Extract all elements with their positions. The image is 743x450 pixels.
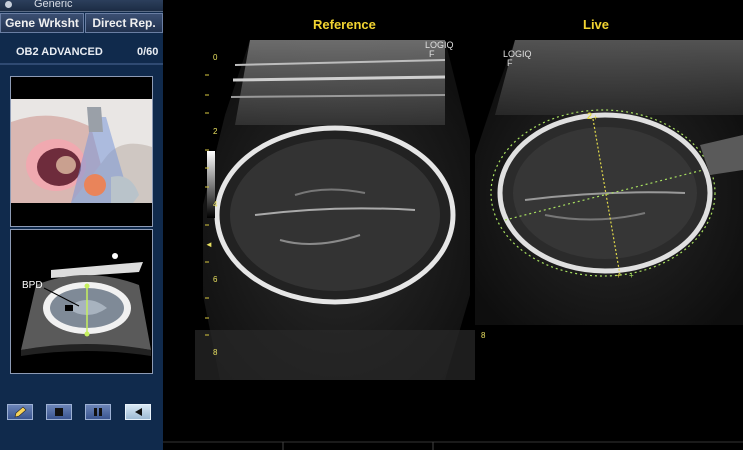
anatomy-illustration xyxy=(10,76,153,227)
bottom-scale xyxy=(163,441,743,450)
reference-label: Reference xyxy=(313,17,376,32)
pause-button[interactable] xyxy=(85,404,111,420)
bpd-diagram-graphic xyxy=(21,253,151,356)
svg-text:+: + xyxy=(616,271,621,280)
bpd-label: BPD xyxy=(22,280,43,291)
depth-ticks xyxy=(205,74,209,336)
depth-scale: 0 2 4 6 8 xyxy=(203,50,217,360)
protocol-row: OB2 ADVANCED 0/60 xyxy=(0,44,163,60)
tab-direct-rep[interactable]: Direct Rep. xyxy=(85,13,163,33)
reference-logo-line2: F xyxy=(429,49,435,59)
depth-mark-0: 0 xyxy=(213,53,218,62)
svg-text:+: + xyxy=(629,271,634,280)
caliper-marker-label: 2 xyxy=(587,111,593,121)
generic-tab-label: Generic xyxy=(34,0,73,10)
pencil-icon xyxy=(14,406,27,418)
depth-mark-8: 8 xyxy=(213,348,218,357)
anatomy-top-bar xyxy=(11,77,152,99)
protocol-count: 0/60 xyxy=(137,46,159,58)
reference-logo: LOGIQ F xyxy=(425,41,454,59)
play-button[interactable] xyxy=(125,404,151,420)
stop-button[interactable] xyxy=(46,404,72,420)
pause-icon xyxy=(94,408,102,416)
live-logo-line2: F xyxy=(507,58,513,68)
focus-marker: ◄ xyxy=(205,240,213,249)
reference-ultrasound-image xyxy=(195,40,475,380)
depth-mark-6: 6 xyxy=(213,275,218,284)
edit-button[interactable] xyxy=(7,404,33,420)
live-ultrasound-image: + + + xyxy=(475,40,743,325)
tab-dot-icon xyxy=(5,1,12,8)
depth-mark-2: 2 xyxy=(213,127,218,136)
stop-icon xyxy=(55,408,63,416)
generic-tab[interactable]: Generic xyxy=(0,0,163,12)
protocol-name: OB2 ADVANCED xyxy=(16,46,103,58)
panel-divider xyxy=(0,63,163,65)
svg-text:+: + xyxy=(593,113,598,122)
anatomy-bottom-bar xyxy=(11,203,152,226)
depth-mark-4: 4 xyxy=(213,200,218,209)
live-logo: LOGIQ F xyxy=(503,50,532,68)
tab-gene-wrksht[interactable]: Gene Wrksht xyxy=(0,13,84,33)
play-icon xyxy=(135,408,142,416)
live-label: Live xyxy=(583,17,610,32)
bpd-diagram: BPD xyxy=(10,229,153,374)
